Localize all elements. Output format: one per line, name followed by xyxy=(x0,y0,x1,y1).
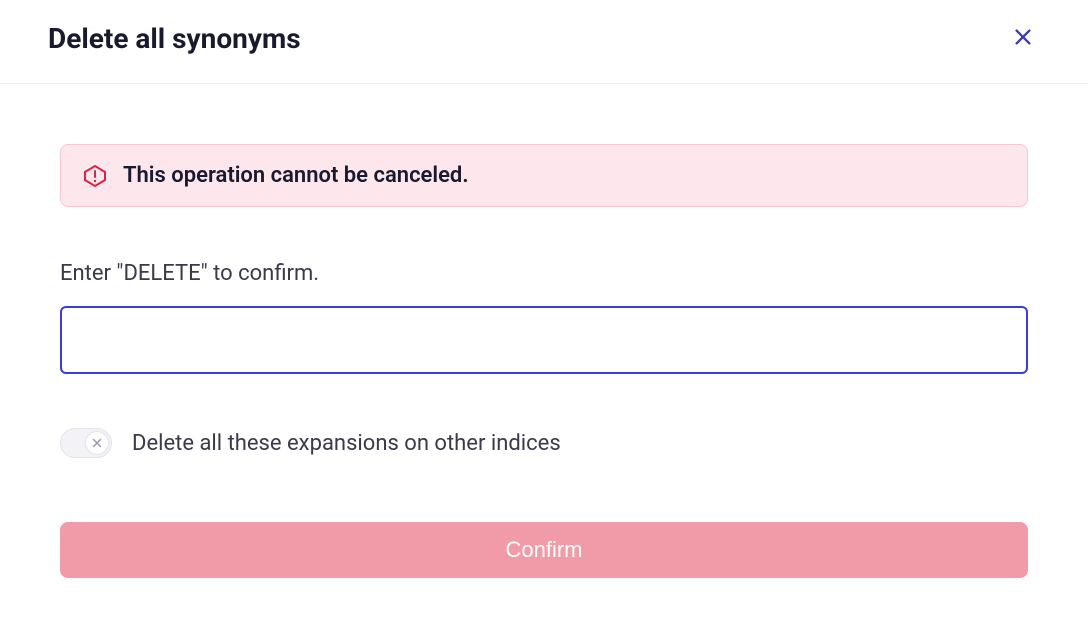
confirm-input[interactable] xyxy=(60,306,1028,374)
toggle-knob xyxy=(85,431,109,455)
x-icon xyxy=(91,434,103,453)
warning-alert: This operation cannot be canceled. xyxy=(60,144,1028,207)
delete-synonyms-dialog: Delete all synonyms This operation canno… xyxy=(0,0,1088,623)
delete-other-indices-toggle[interactable] xyxy=(60,428,112,458)
toggle-row: Delete all these expansions on other ind… xyxy=(60,428,1028,458)
close-icon xyxy=(1012,26,1034,51)
confirm-button[interactable]: Confirm xyxy=(60,522,1028,578)
close-button[interactable] xyxy=(1006,20,1040,57)
dialog-header: Delete all synonyms xyxy=(0,0,1088,84)
toggle-label: Delete all these expansions on other ind… xyxy=(132,431,561,456)
confirm-input-label: Enter "DELETE" to confirm. xyxy=(60,261,1028,286)
warning-text: This operation cannot be canceled. xyxy=(123,163,469,188)
warning-icon xyxy=(83,164,107,188)
dialog-title: Delete all synonyms xyxy=(48,22,301,55)
dialog-content: This operation cannot be canceled. Enter… xyxy=(0,84,1088,578)
